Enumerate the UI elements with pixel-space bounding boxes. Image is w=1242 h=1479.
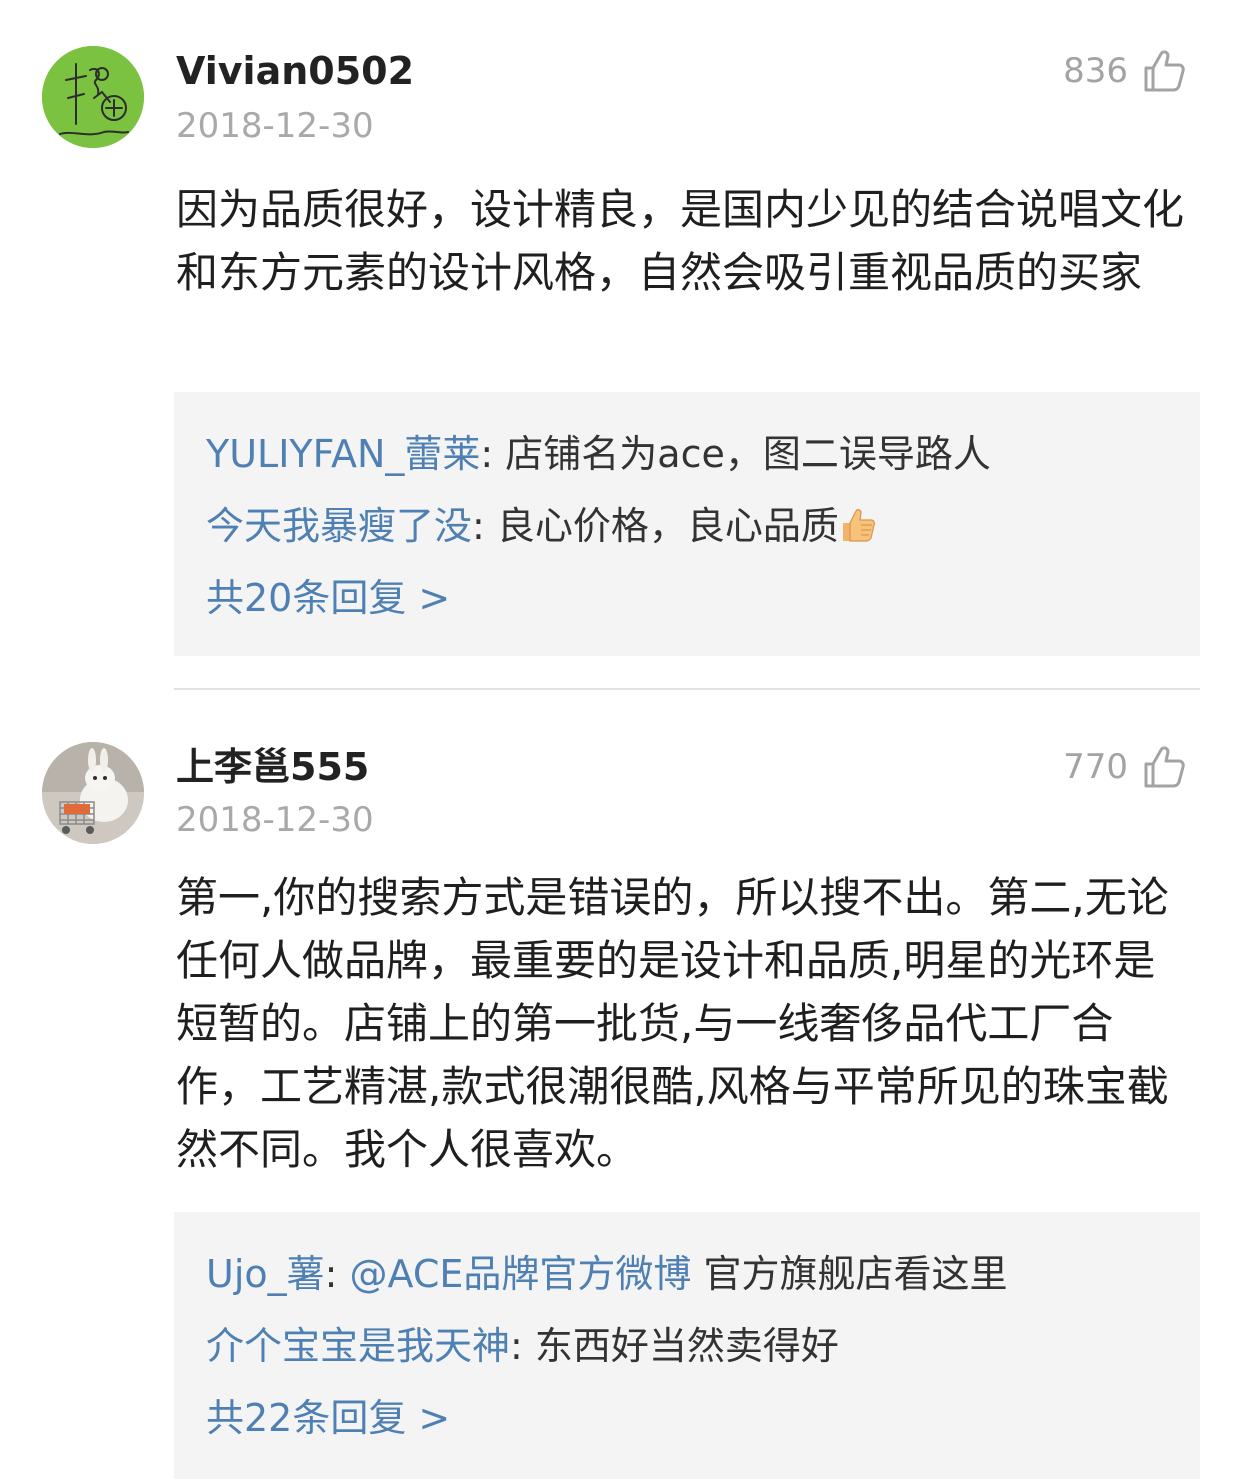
comment-item: Vivian0502 2018-12-30 836 因为品质很好，设计精良，是国… (0, 0, 1242, 688)
reply-text: 东西好当然卖得好 (534, 1324, 839, 1368)
reply-username[interactable]: 今天我暴瘦了没 (206, 504, 472, 548)
comment-date: 2018-12-30 (176, 106, 374, 146)
reply-separator: : (510, 1324, 535, 1368)
more-replies-link[interactable]: 共20条回复 > (206, 562, 450, 634)
reply-item: YULIYFAN_蕾莱: 店铺名为ace，图二误导路人 (206, 418, 1168, 490)
reply-username[interactable]: Ujo_薯 (206, 1252, 325, 1296)
comment-item: 上李邕555 2018-12-30 770 第一,你的搜索方式是错误的，所以搜不… (0, 690, 1242, 1479)
reply-text: 官方旗舰店看这里 (691, 1252, 1008, 1296)
avatar-rabbit-image (42, 742, 144, 844)
thumbs-up-icon (1144, 746, 1185, 788)
like-button[interactable]: 836 (1063, 48, 1186, 94)
thumbs-up-emoji-icon (842, 509, 875, 542)
reply-mention-link[interactable]: @ACE品牌官方微博 (350, 1252, 692, 1296)
reply-item: Ujo_薯: @ACE品牌官方微博 官方旗舰店看这里 (206, 1238, 1168, 1310)
avatar[interactable] (42, 742, 144, 844)
avatar[interactable] (42, 46, 144, 148)
reply-separator: : (324, 1252, 350, 1296)
username[interactable]: 上李邕555 (176, 744, 369, 790)
reply-separator: : (472, 504, 497, 548)
reply-item: 介个宝宝是我天神: 东西好当然卖得好 (206, 1310, 1168, 1382)
reply-item: 今天我暴瘦了没: 良心价格，良心品质 (206, 490, 1168, 562)
like-count: 770 (1063, 747, 1128, 787)
username[interactable]: Vivian0502 (176, 48, 414, 94)
reply-separator: : (480, 432, 506, 476)
replies-box[interactable]: YULIYFAN_蕾莱: 店铺名为ace，图二误导路人 今天我暴瘦了没: 良心价… (174, 392, 1200, 656)
thumbs-up-icon (1144, 50, 1185, 92)
comment-text: 第一,你的搜索方式是错误的，所以搜不出。第二,无论任何人做品牌，最重要的是设计和… (176, 873, 1169, 1174)
reply-username[interactable]: 介个宝宝是我天神 (206, 1324, 510, 1368)
like-count: 836 (1063, 51, 1128, 91)
replies-box[interactable]: Ujo_薯: @ACE品牌官方微博 官方旗舰店看这里 介个宝宝是我天神: 东西好… (174, 1212, 1200, 1479)
comment-date: 2018-12-30 (176, 800, 374, 840)
like-button[interactable]: 770 (1063, 744, 1186, 790)
more-replies-link[interactable]: 共22条回复 > (206, 1382, 450, 1454)
reply-text: 店铺名为ace，图二误导路人 (505, 432, 991, 476)
reply-text: 良心价格，良心品质 (496, 504, 839, 548)
comment-text: 因为品质很好，设计精良，是国内少见的结合说唱文化和东方元素的设计风格，自然会吸引… (176, 185, 1185, 297)
reply-username[interactable]: YULIYFAN_蕾莱 (206, 432, 480, 476)
avatar-doodle-image (42, 46, 144, 148)
